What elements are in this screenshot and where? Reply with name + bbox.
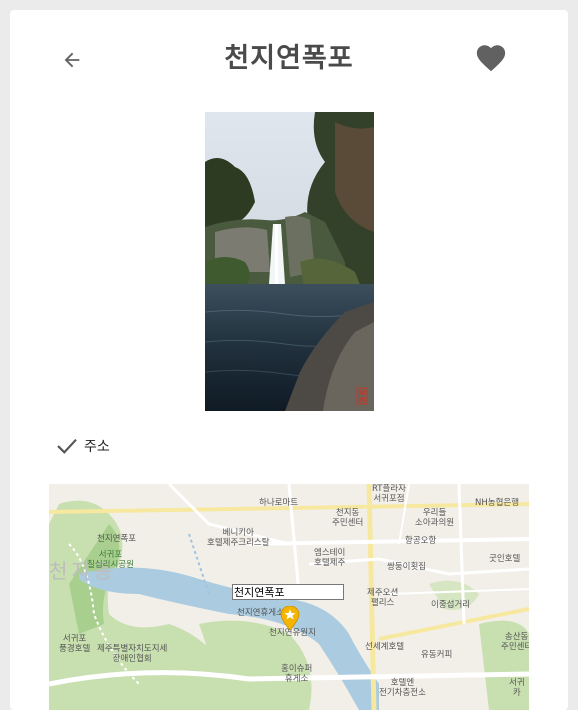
detail-card: 천지연폭포 주소 천지동 하나로마트 천지동 주민센터 RT플라자 서귀포점 우… [10, 10, 568, 710]
map-label: 베니키아 호텔제주크리스탈 [207, 528, 270, 548]
map-label: 하나로마트 [259, 498, 299, 508]
map-label: 이중섭거리 [431, 600, 471, 610]
map-view[interactable]: 천지동 하나로마트 천지동 주민센터 RT플라자 서귀포점 우리들 소아과의원 … [49, 484, 529, 710]
map-label: 천지연휴게소 [237, 608, 284, 618]
map-label: 제주오션 팰리스 [367, 588, 399, 608]
map-label: 천지연폭포 [97, 534, 137, 544]
map-label: 서귀 카 [509, 678, 525, 698]
map-label: 호텔엔 전기차충전소 [379, 678, 426, 698]
favorite-button[interactable] [472, 40, 510, 76]
heart-icon [476, 45, 506, 72]
map-label: 우리들 소아과의원 [415, 508, 455, 528]
map-pin[interactable] [280, 605, 300, 631]
map-label: 송산동 주민센터 [501, 632, 529, 652]
star-pin-icon [280, 605, 300, 631]
check-icon [57, 438, 77, 454]
map-label: 서귀포 칠십리시공원 [87, 550, 134, 570]
map-label: RT플라자 서귀포점 [372, 484, 406, 504]
waterfall-photo [205, 112, 374, 411]
map-label: NH농협은행 [475, 498, 520, 508]
map-label: 천지동 주민센터 [332, 508, 364, 528]
map-label: 홍이슈퍼 휴게소 [281, 664, 313, 684]
map-label: 유동커피 [421, 650, 453, 660]
address-label: 주소 [84, 439, 110, 455]
map-label: 항공오항 [405, 536, 437, 546]
map-callout: 천지연폭포 [232, 584, 344, 600]
map-label: 제주특별자치도지세 장애인협회 [97, 644, 168, 664]
address-row: 주소 [56, 436, 110, 456]
map-label: 엠스테이 호텔제주 [314, 548, 346, 568]
map-label: 쌍둥이횟집 [387, 562, 427, 572]
map-label: 서귀포 풍경호텔 [59, 634, 91, 654]
map-label: 굿인호텔 [489, 554, 521, 564]
map-label: 선세계호텔 [365, 642, 405, 652]
